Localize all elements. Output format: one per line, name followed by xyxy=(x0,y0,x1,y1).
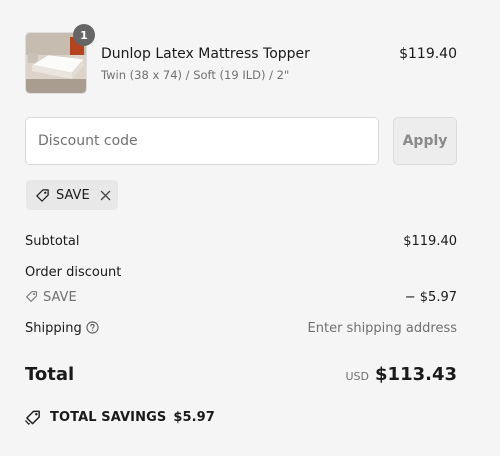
subtotal-value: $119.40 xyxy=(403,234,457,249)
total-value: USD $113.43 xyxy=(346,364,458,385)
discount-code-label: SAVE xyxy=(43,290,77,305)
order-discount-row: Order discount xyxy=(25,265,457,280)
question-circle-icon[interactable] xyxy=(86,321,99,334)
product-variant: Twin (38 x 74) / Soft (19 ILD) / 2" xyxy=(101,68,290,82)
order-discount-label: Order discount xyxy=(25,265,122,280)
product-title: Dunlop Latex Mattress Topper xyxy=(101,46,310,62)
shipping-value: Enter shipping address xyxy=(307,321,457,336)
shipping-row: Shipping Enter shipping address xyxy=(25,321,457,336)
total-savings: TOTAL SAVINGS $5.97 xyxy=(25,409,215,426)
tags-icon xyxy=(25,410,40,425)
discount-detail-row: SAVE − $5.97 xyxy=(25,290,457,305)
subtotal-label: Subtotal xyxy=(25,234,80,249)
quantity-badge: 1 xyxy=(73,24,95,46)
shipping-label: Shipping xyxy=(25,321,82,336)
discount-code-input[interactable] xyxy=(25,117,379,165)
line-item: 1 Dunlop Latex Mattress Topper Twin (38 … xyxy=(25,24,457,94)
tag-icon xyxy=(36,188,49,202)
currency-code: USD xyxy=(345,370,370,383)
close-icon[interactable] xyxy=(100,190,111,201)
discount-amount: − $5.97 xyxy=(404,290,457,305)
total-label: Total xyxy=(25,364,75,385)
product-price: $119.40 xyxy=(399,46,457,62)
subtotal-row: Subtotal $119.40 xyxy=(25,234,457,249)
tag-icon xyxy=(26,291,37,302)
total-savings-amount: $5.97 xyxy=(173,410,215,425)
total-amount: $113.43 xyxy=(375,364,457,385)
applied-discount-code: SAVE xyxy=(56,187,90,203)
apply-button[interactable]: Apply xyxy=(393,117,457,165)
total-savings-label: TOTAL SAVINGS xyxy=(50,410,167,425)
applied-discount-chip: SAVE xyxy=(26,180,118,210)
